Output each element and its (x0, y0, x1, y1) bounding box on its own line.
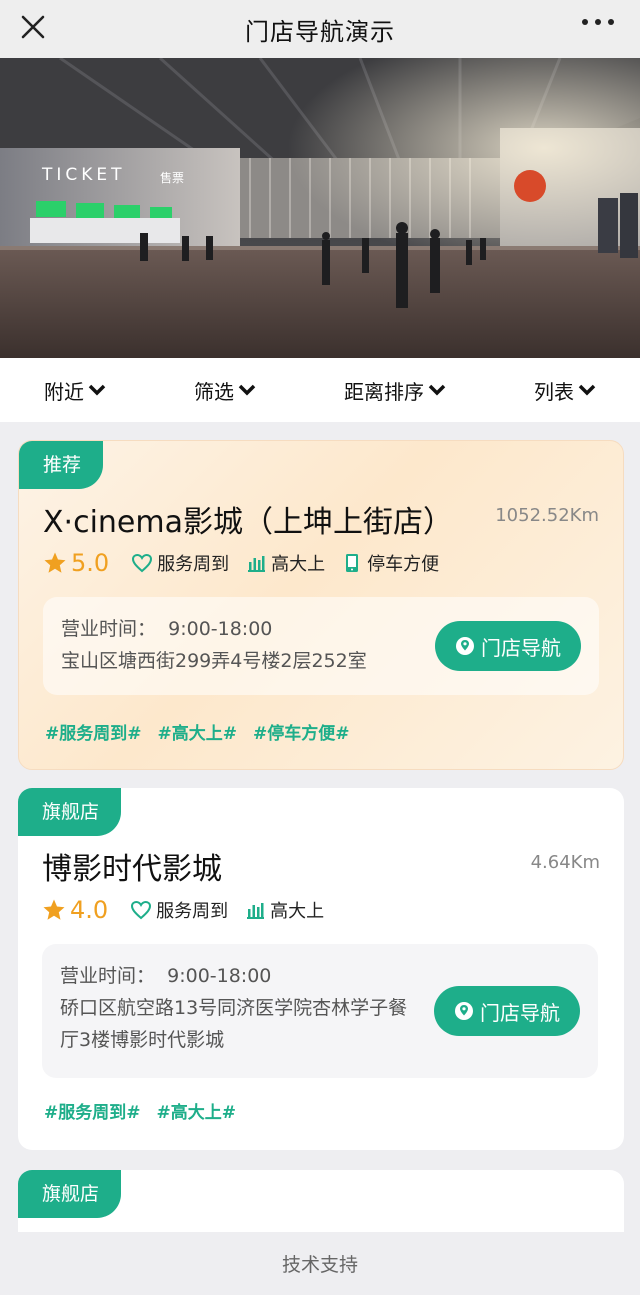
filter-screen[interactable]: 筛选 (194, 376, 256, 405)
tag[interactable]: #服务周到# (44, 1098, 141, 1123)
tag[interactable]: #高大上# (157, 1098, 237, 1123)
store-distance: 4.64Km (530, 852, 600, 873)
chevron-down-icon (238, 384, 256, 396)
bar-chart-icon (247, 903, 265, 919)
store-navigation-button[interactable]: 门店导航 (434, 986, 580, 1036)
store-address: 宝山区塘西街299弄4号楼2层252室 (61, 650, 367, 672)
store-distance: 1052.52Km (495, 505, 599, 526)
footer-tech-support: 技术支持 (0, 1232, 640, 1295)
feature-service: 服务周到 (130, 897, 228, 923)
chevron-down-icon (88, 384, 106, 396)
filter-list-label: 列表 (534, 379, 574, 404)
feature-premium: 高大上 (244, 897, 324, 923)
location-pin-icon (456, 637, 474, 655)
tag[interactable]: #高大上# (158, 719, 238, 744)
store-badge: 推荐 (19, 441, 104, 489)
store-rating-row: 4.0 服务周到 高大上 (42, 896, 340, 924)
more-icon[interactable] (582, 16, 614, 28)
location-pin-icon (455, 1002, 473, 1020)
feature-parking: 停车方便 (341, 550, 439, 576)
filter-bar: 附近 筛选 距离排序 列表 (0, 358, 640, 422)
tag[interactable]: #服务周到# (45, 719, 142, 744)
store-rating-row: 5.0 服务周到 高大上 停车方便 (43, 549, 455, 577)
store-info-box: 营业时间： 9:00-18:00 硚口区航空路13号同济医学院杏林学子餐厅3楼博… (42, 944, 598, 1078)
tag[interactable]: #停车方便# (253, 719, 350, 744)
bar-chart-icon (248, 556, 266, 572)
banner-image: TICKET 售票 (0, 58, 640, 358)
store-card[interactable]: 旗舰店 博影时代影城 4.64Km 4.0 服务周到 高大上 营业时间： 9:0… (18, 788, 624, 1150)
store-rating: 4.0 (70, 896, 109, 924)
store-tags: #服务周到# #高大上# (44, 1098, 252, 1123)
heart-icon (132, 553, 153, 573)
store-rating: 5.0 (71, 549, 110, 577)
filter-sort-distance[interactable]: 距离排序 (344, 376, 446, 405)
store-info-box: 营业时间： 9:00-18:00 宝山区塘西街299弄4号楼2层252室 门店导… (43, 597, 599, 695)
feature-premium: 高大上 (245, 550, 325, 576)
store-hours: 营业时间： 9:00-18:00 (61, 618, 273, 640)
page-title: 门店导航演示 (245, 17, 395, 46)
store-address: 硚口区航空路13号同济医学院杏林学子餐厅3楼博影时代影城 (60, 997, 408, 1051)
chevron-down-icon (428, 384, 446, 396)
close-icon[interactable] (18, 12, 48, 42)
star-icon (43, 899, 65, 920)
store-tags: #服务周到# #高大上# #停车方便# (45, 719, 366, 744)
filter-list-view[interactable]: 列表 (534, 376, 596, 405)
banner-ticket-sign-cn: 售票 (160, 170, 184, 185)
store-hours: 营业时间： 9:00-18:00 (60, 965, 272, 987)
store-card[interactable]: 推荐 X·cinema影城（上坤上街店） 1052.52Km 5.0 服务周到 … (18, 440, 624, 770)
store-name: X·cinema影城（上坤上街店） (43, 505, 453, 540)
store-card[interactable]: 旗舰店 (18, 1170, 624, 1232)
star-icon (44, 552, 66, 573)
banner-ticket-sign: TICKET (41, 165, 126, 185)
filter-nearby[interactable]: 附近 (44, 376, 106, 405)
feature-service: 服务周到 (131, 550, 229, 576)
store-name: 博影时代影城 (42, 852, 222, 887)
heart-icon (131, 900, 152, 920)
top-bar: 门店导航演示 (0, 0, 640, 58)
chevron-down-icon (578, 384, 596, 396)
filter-screen-label: 筛选 (194, 379, 234, 404)
store-navigation-button[interactable]: 门店导航 (435, 621, 581, 671)
store-badge: 旗舰店 (18, 788, 122, 836)
phone-icon (346, 554, 359, 572)
filter-nearby-label: 附近 (44, 379, 84, 404)
filter-sort-label: 距离排序 (344, 379, 424, 404)
store-badge: 旗舰店 (18, 1170, 122, 1218)
